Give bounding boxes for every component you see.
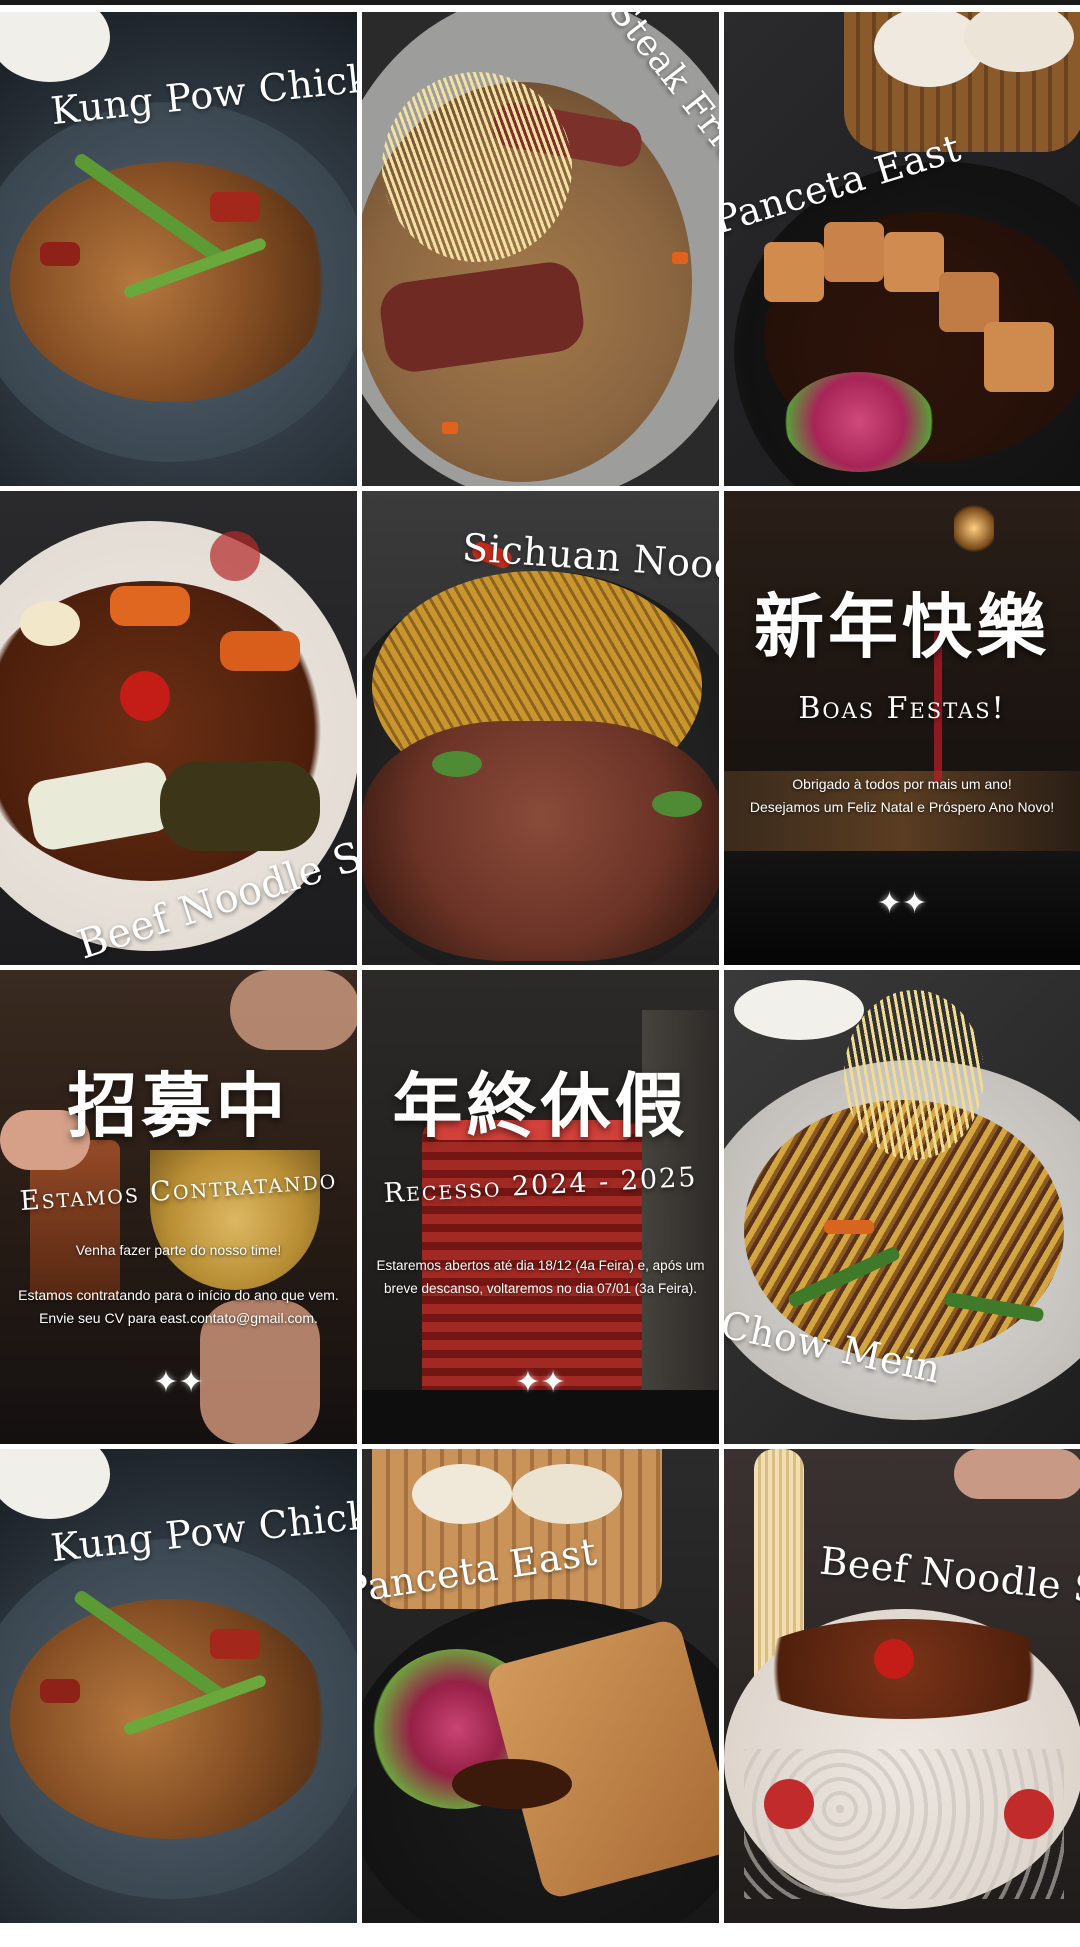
greeting-line-2: Desejamos um Feliz Natal e Próspero Ano … <box>749 799 1055 815</box>
post-tile-new-year-greeting[interactable]: 新年快樂 Boas Festas! Obrigado à todos por m… <box>724 491 1080 965</box>
post-tile-kung-pow-chicken-2[interactable]: Kung Pow Chicken <box>0 1449 357 1923</box>
recess-line-1: Estaremos abertos até dia 18/12 (4a Feir… <box>376 1258 705 1273</box>
post-tile-kung-pow-chicken[interactable]: Kung Pow Chicken <box>0 12 357 486</box>
post-tile-sichuan-noodle[interactable]: Sichuan Noodle <box>362 491 719 965</box>
post-tile-steak-fried-rice[interactable]: Steak Fried Rice <box>362 12 719 486</box>
headline-cjk: 年終休假 <box>392 1065 689 1147</box>
hiring-line-1: Venha fazer parte do nosso time! <box>75 1242 282 1258</box>
sparkle-icon: ✦✦ <box>876 886 928 921</box>
post-tile-beef-noodle-soup[interactable]: Beef Noodle Soup <box>0 491 357 965</box>
post-tile-hiring[interactable]: 招募中 Estamos Contratando Venha fazer part… <box>0 970 357 1444</box>
post-tile-year-end-recess[interactable]: 年終休假 Recesso 2024 - 2025 Estaremos abert… <box>362 970 719 1444</box>
post-tile-chow-mein[interactable]: Chow Mein <box>724 970 1080 1444</box>
post-photo <box>724 12 1080 486</box>
headline-cjk: 新年快樂 <box>754 586 1050 668</box>
hiring-line-2: Estamos contratando para o início do ano… <box>18 1287 339 1303</box>
hiring-line-3: Envie seu CV para east.contato@gmail.com… <box>39 1310 318 1326</box>
post-tile-panceta-east-2[interactable]: Panceta East <box>362 1449 719 1923</box>
headline-cjk: 招募中 <box>67 1065 290 1147</box>
greeting-line-1: Obrigado à todos por mais um ano! <box>792 776 1012 792</box>
post-tile-beef-noodle-soup-2[interactable]: Beef Noodle Soup <box>724 1449 1080 1923</box>
sparkle-icon: ✦✦ <box>515 1365 566 1400</box>
post-tile-panceta-east[interactable]: Panceta East <box>724 12 1080 486</box>
recess-line-2: breve descanso, voltaremos no dia 07/01 … <box>384 1281 697 1296</box>
post-photo <box>724 1449 1080 1923</box>
post-photo <box>362 1449 719 1923</box>
previous-row-edge <box>0 0 1080 5</box>
profile-post-grid: Kung Pow Chicken Steak Fried Rice <box>0 12 1080 1947</box>
headline-subtitle: Boas Festas! <box>798 691 1006 726</box>
sparkle-icon: ✦✦ <box>153 1365 204 1400</box>
